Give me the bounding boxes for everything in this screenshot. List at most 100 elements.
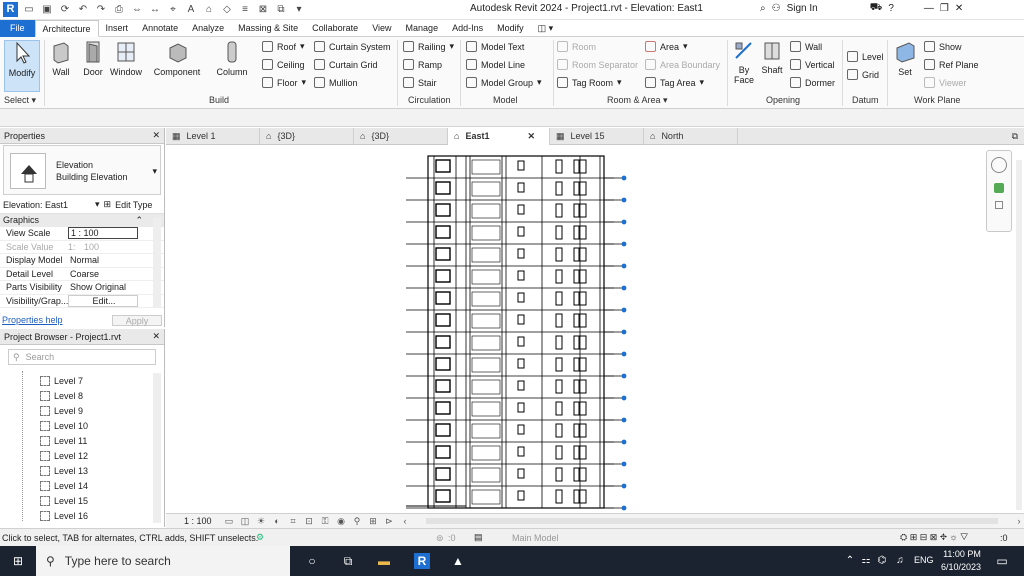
browser-item-level-8[interactable]: Level 8 [0, 388, 164, 403]
vertical-opening-button[interactable]: Vertical [790, 59, 835, 70]
shaft-button[interactable]: Shaft [759, 40, 785, 75]
view-tab-north[interactable]: ⌂ North [644, 128, 738, 145]
tab-view[interactable]: View [365, 20, 398, 37]
edit-type-icon[interactable]: ⊞ [104, 199, 112, 210]
roof-button[interactable]: Roof ▾ [262, 41, 305, 52]
room-button[interactable]: Room [557, 41, 596, 52]
zoom-icon[interactable] [994, 183, 1004, 193]
reveal-hidden-icon[interactable]: ⚲ [352, 516, 362, 526]
user-icon[interactable]: ⚇ [772, 3, 781, 14]
canvas-vertical-scrollbar[interactable] [1016, 160, 1022, 510]
tag-room-button[interactable]: Tag Room ▾ [557, 77, 622, 88]
model-group-button[interactable]: Model Group ▾ [466, 77, 542, 88]
browser-item-level-10[interactable]: Level 10 [0, 418, 164, 433]
notifications-icon[interactable]: ▭ [994, 553, 1010, 569]
tray-language[interactable]: ENG [914, 555, 934, 565]
highlight-displacement-icon[interactable]: ⊳ [384, 516, 394, 526]
ceiling-button[interactable]: Ceiling [262, 59, 305, 70]
properties-scrollbar[interactable] [153, 218, 161, 308]
browser-item-level-14[interactable]: Level 14 [0, 478, 164, 493]
wall-button[interactable]: Wall [48, 40, 74, 77]
shadows-icon[interactable]: ◐ [272, 516, 282, 526]
open-icon[interactable]: ▭ [22, 2, 36, 17]
mullion-button[interactable]: Mullion [314, 77, 358, 88]
minimize-icon[interactable]: — [924, 3, 934, 14]
grid-button[interactable]: Grid [847, 69, 879, 80]
text-icon[interactable]: A [184, 2, 198, 17]
instance-filter[interactable]: Elevation: East1 [3, 200, 91, 210]
column-button[interactable]: Column [214, 40, 250, 77]
visual-style-icon[interactable]: ◫ [240, 516, 250, 526]
view-tab-level-15[interactable]: ▦ Level 15 [550, 128, 644, 145]
canvas-horizontal-scrollbar[interactable] [426, 518, 998, 524]
view-scale-control[interactable]: 1 : 100 [184, 516, 218, 526]
wall-opening-button[interactable]: Wall [790, 41, 822, 52]
area-button[interactable]: Area ▾ [645, 41, 688, 52]
taskbar-search-input[interactable]: ⚲ Type here to search [36, 546, 290, 576]
photos-icon[interactable]: ▲ [450, 553, 466, 569]
sync-icon[interactable]: ⟳ [58, 2, 72, 17]
unlock-view-icon[interactable]: ⚿ [320, 516, 330, 526]
tab-manage[interactable]: Manage [399, 20, 446, 37]
close-browser-icon[interactable]: ✕ [152, 331, 160, 342]
temporary-hide-icon[interactable]: ◉ [336, 516, 346, 526]
file-explorer-icon[interactable]: ▬ [376, 553, 392, 569]
level-button[interactable]: Level [847, 51, 884, 62]
main-model-dropdown[interactable]: Main Model [512, 533, 559, 543]
stair-button[interactable]: Stair [403, 77, 437, 88]
tray-chevron-icon[interactable]: ⌃ [842, 553, 858, 569]
curtain-system-button[interactable]: Curtain System [314, 41, 391, 52]
selection-filter-icons[interactable]: ⛭ ⊞ ⊟ ⊠ ✥ ☼ ▽ [900, 532, 968, 543]
section-icon[interactable]: ◇ [220, 2, 234, 17]
scroll-right-icon[interactable]: › [1014, 516, 1024, 526]
detail-level-icon[interactable]: ▭ [224, 516, 234, 526]
revit-taskbar-icon[interactable]: R [414, 553, 430, 569]
default-3d-icon[interactable]: ⌂ [202, 2, 216, 17]
browser-item-level-11[interactable]: Level 11 [0, 433, 164, 448]
tab-collaborate[interactable]: Collaborate [305, 20, 365, 37]
browser-search-input[interactable]: ⚲ Search [8, 349, 156, 365]
aligned-dimension-icon[interactable]: ↔ [148, 2, 162, 17]
save-icon[interactable]: ▣ [40, 2, 54, 17]
task-view-icon[interactable]: ⧉ [340, 553, 356, 569]
tag-icon[interactable]: ⌖ [166, 2, 180, 17]
switch-windows-icon[interactable]: ⧉ [274, 2, 288, 17]
close-properties-icon[interactable]: ✕ [152, 130, 160, 141]
view-tab-3d[interactable]: ⌂ {3D} [260, 128, 354, 145]
graphics-section-header[interactable]: Graphics ⌃ [0, 214, 164, 227]
by-face-button[interactable]: By Face [731, 40, 757, 85]
sign-in-link[interactable]: Sign In [787, 3, 818, 14]
component-button[interactable]: Component [150, 40, 204, 77]
tag-area-button[interactable]: Tag Area ▾ [645, 77, 704, 88]
zoom-options-icon[interactable] [995, 201, 1003, 209]
view-tab-east1[interactable]: ⌂ East1 ✕ [448, 128, 550, 145]
measure-icon[interactable]: ⇔ [130, 2, 144, 17]
model-line-button[interactable]: Model Line [466, 59, 525, 70]
design-options-icon[interactable]: ▤ [474, 532, 483, 543]
ramp-button[interactable]: Ramp [403, 59, 442, 70]
viewer-button[interactable]: Viewer [924, 77, 966, 88]
area-boundary-button[interactable]: Area Boundary [645, 59, 720, 70]
tab-analyze[interactable]: Analyze [185, 20, 231, 37]
redo-icon[interactable]: ↷ [94, 2, 108, 17]
customize-qat-icon[interactable]: ▾ [292, 2, 306, 17]
crop-view-icon[interactable]: ⌗ [288, 516, 298, 526]
cart-icon[interactable]: ⛟ [870, 2, 883, 15]
view-scale-field[interactable]: 1 : 100 [68, 227, 138, 240]
browser-item-level-15[interactable]: Level 15 [0, 493, 164, 508]
railing-button[interactable]: Railing ▾ [403, 41, 454, 52]
visibility-graphics-edit-button[interactable]: Edit... [68, 294, 138, 307]
revit-logo-icon[interactable]: R [3, 2, 18, 17]
restore-icon[interactable]: ❐ [940, 3, 949, 14]
floor-button[interactable]: Floor ▾ [262, 77, 306, 88]
browser-scrollbar[interactable] [153, 373, 161, 523]
tray-time[interactable]: 11:00 PM [942, 549, 982, 559]
display-model-field[interactable]: Normal [68, 255, 138, 265]
tab-add-ins[interactable]: Add-Ins [445, 20, 490, 37]
sun-path-icon[interactable]: ☀ [256, 516, 266, 526]
window-button[interactable]: Window [108, 40, 144, 77]
properties-help-link[interactable]: Properties help [2, 315, 63, 325]
set-button[interactable]: Set [892, 40, 918, 77]
print-icon[interactable]: ⎙ [112, 2, 126, 17]
type-selector[interactable]: Elevation Building Elevation ▾ [3, 145, 161, 195]
